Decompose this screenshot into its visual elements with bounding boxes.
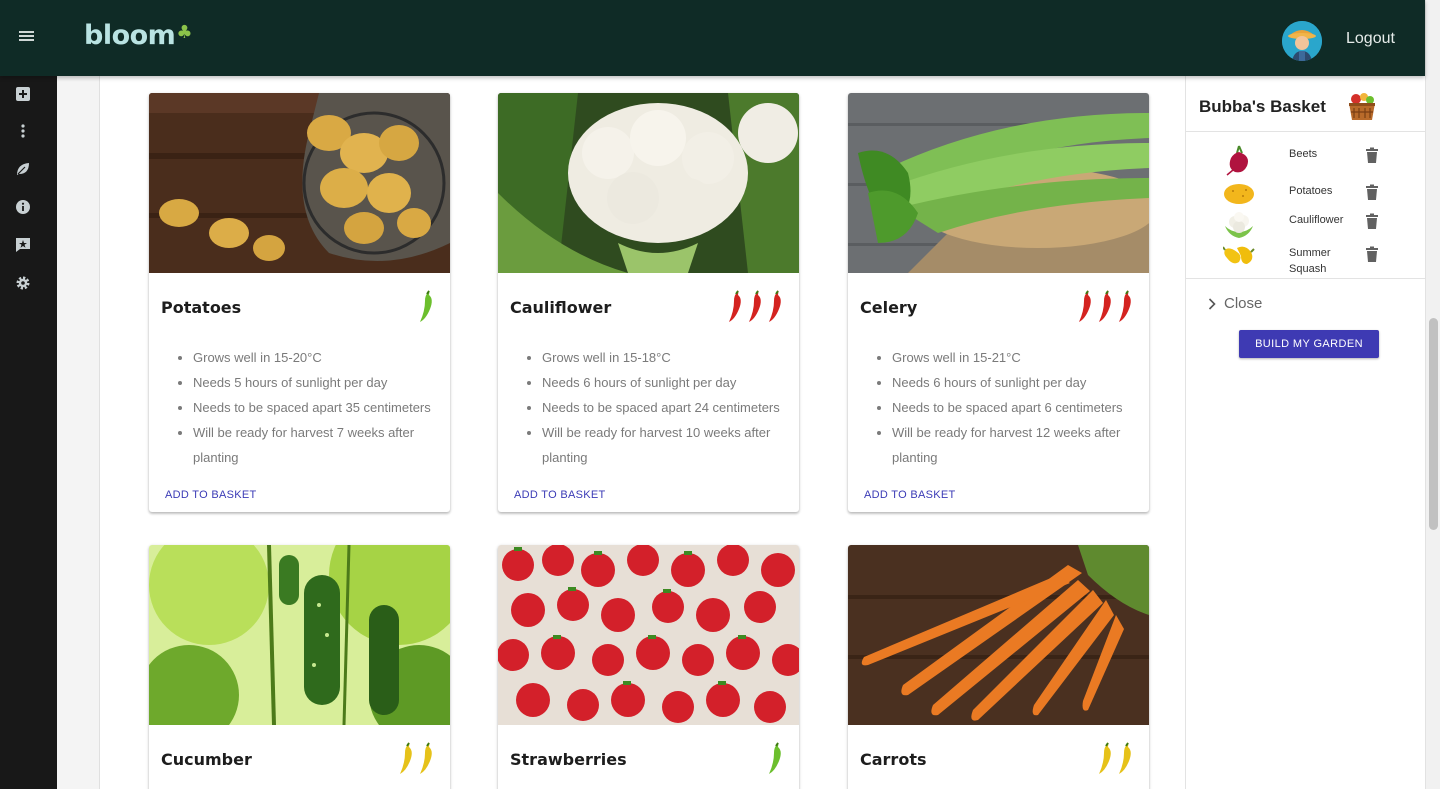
pepper-icon <box>1119 290 1131 322</box>
build-my-garden-button[interactable]: BUILD MY GARDEN <box>1239 330 1379 358</box>
scrollbar-thumb[interactable] <box>1429 318 1438 530</box>
add-to-basket-button[interactable]: ADD TO BASKET <box>514 489 606 501</box>
pepper-icon <box>729 290 741 322</box>
card-title: Strawberries <box>510 750 627 769</box>
card-title: Potatoes <box>161 298 242 317</box>
divider <box>1186 278 1426 279</box>
more-vertical-icon[interactable] <box>14 122 32 140</box>
pepper-icon <box>769 742 781 774</box>
info-icon[interactable] <box>14 198 32 216</box>
add-box-icon[interactable] <box>14 85 32 103</box>
potatoes-image <box>149 93 450 273</box>
card-title: Celery <box>860 298 918 317</box>
pepper-icon <box>1099 290 1111 322</box>
chevron-right-icon <box>1208 297 1216 310</box>
main-content: Potatoes Grows well in 15-20°C Needs 5 h… <box>57 76 1185 789</box>
spice-level <box>765 741 785 775</box>
spice-level <box>725 289 785 323</box>
pepper-icon <box>769 290 781 322</box>
beet-icon <box>1226 145 1248 176</box>
squash-icon <box>1223 246 1255 264</box>
plant-card-cucumber: Cucumber <box>149 545 450 789</box>
sprout-icon: ♣ <box>176 22 192 43</box>
trash-icon[interactable] <box>1365 246 1379 262</box>
add-to-basket-button[interactable]: ADD TO BASKET <box>864 489 956 501</box>
basket-title: Bubba's Basket <box>1199 97 1326 116</box>
celery-image <box>848 93 1149 273</box>
fact-sunlight: Needs 5 hours of sunlight per day <box>193 370 443 395</box>
fact-spacing: Needs to be spaced apart 6 centimeters <box>892 395 1142 420</box>
fact-temperature: Grows well in 15-20°C <box>193 345 443 370</box>
divider <box>1186 131 1426 132</box>
basket-panel: Bubba's Basket Beets Potatoes Cauliflowe… <box>1185 76 1426 789</box>
fact-temperature: Grows well in 15-21°C <box>892 345 1142 370</box>
card-title: Carrots <box>860 750 927 769</box>
fact-spacing: Needs to be spaced apart 35 centimeters <box>193 395 443 420</box>
cauliflower-icon <box>1225 212 1253 238</box>
strawberries-image <box>498 545 799 725</box>
carrots-image <box>848 545 1149 725</box>
gear-icon[interactable] <box>14 274 32 292</box>
trash-icon[interactable] <box>1365 147 1379 163</box>
pepper-icon <box>1099 742 1111 774</box>
fact-harvest: Will be ready for harvest 12 weeks after… <box>892 420 1142 470</box>
pepper-icon <box>749 290 761 322</box>
trash-icon[interactable] <box>1365 184 1379 200</box>
basket-item-label: Summer Squash <box>1289 247 1331 275</box>
hamburger-menu-icon[interactable] <box>18 29 38 47</box>
fact-sunlight: Needs 6 hours of sunlight per day <box>542 370 792 395</box>
spice-level <box>396 741 436 775</box>
feedback-icon[interactable] <box>14 236 32 254</box>
cauliflower-image <box>498 93 799 273</box>
side-rail <box>0 76 57 789</box>
close-basket-button[interactable]: Close <box>1208 295 1262 312</box>
plant-facts: Grows well in 15-18°C Needs 6 hours of s… <box>542 345 792 470</box>
card-title: Cucumber <box>161 750 252 769</box>
card-title: Cauliflower <box>510 298 612 317</box>
plant-card-celery: Celery Grows well in 15-21°C Needs 6 hou… <box>848 93 1149 512</box>
pepper-icon <box>420 290 432 322</box>
spice-level <box>1075 289 1135 323</box>
trash-icon[interactable] <box>1365 213 1379 229</box>
pepper-icon <box>1119 742 1131 774</box>
plant-grid: Potatoes Grows well in 15-20°C Needs 5 h… <box>99 76 1185 789</box>
logo-text: bloom <box>84 20 176 51</box>
fact-temperature: Grows well in 15-18°C <box>542 345 792 370</box>
plant-facts: Grows well in 15-20°C Needs 5 hours of s… <box>193 345 443 470</box>
basket-icon <box>1349 93 1375 120</box>
potato-icon <box>1224 184 1254 204</box>
user-avatar[interactable] <box>1282 21 1322 61</box>
basket-item-label: Potatoes <box>1289 185 1333 197</box>
pepper-icon <box>400 742 412 774</box>
app-logo[interactable]: bloom♣ <box>84 20 192 51</box>
plant-facts: Grows well in 15-21°C Needs 6 hours of s… <box>892 345 1142 470</box>
spice-level <box>1095 741 1135 775</box>
cucumber-image <box>149 545 450 745</box>
fact-harvest: Will be ready for harvest 10 weeks after… <box>542 420 792 470</box>
add-to-basket-button[interactable]: ADD TO BASKET <box>165 489 257 501</box>
basket-item-label: Cauliflower <box>1289 214 1344 226</box>
plant-card-potatoes: Potatoes Grows well in 15-20°C Needs 5 h… <box>149 93 450 512</box>
fact-spacing: Needs to be spaced apart 24 centimeters <box>542 395 792 420</box>
page-scrollbar[interactable] <box>1425 0 1440 789</box>
plant-card-strawberries: Strawberries <box>498 545 799 789</box>
basket-item-label: Beets <box>1289 148 1318 160</box>
pepper-icon <box>1079 290 1091 322</box>
close-label: Close <box>1224 295 1263 312</box>
app-header: bloom♣ Logout <box>0 0 1425 76</box>
leaf-icon[interactable] <box>14 160 32 178</box>
fact-sunlight: Needs 6 hours of sunlight per day <box>892 370 1142 395</box>
plant-card-cauliflower: Cauliflower Grows well in 15-18°C Needs … <box>498 93 799 512</box>
fact-harvest: Will be ready for harvest 7 weeks after … <box>193 420 443 470</box>
spice-level <box>416 289 436 323</box>
logout-button[interactable]: Logout <box>1346 30 1395 48</box>
plant-card-carrots: Carrots <box>848 545 1149 789</box>
pepper-icon <box>420 742 432 774</box>
